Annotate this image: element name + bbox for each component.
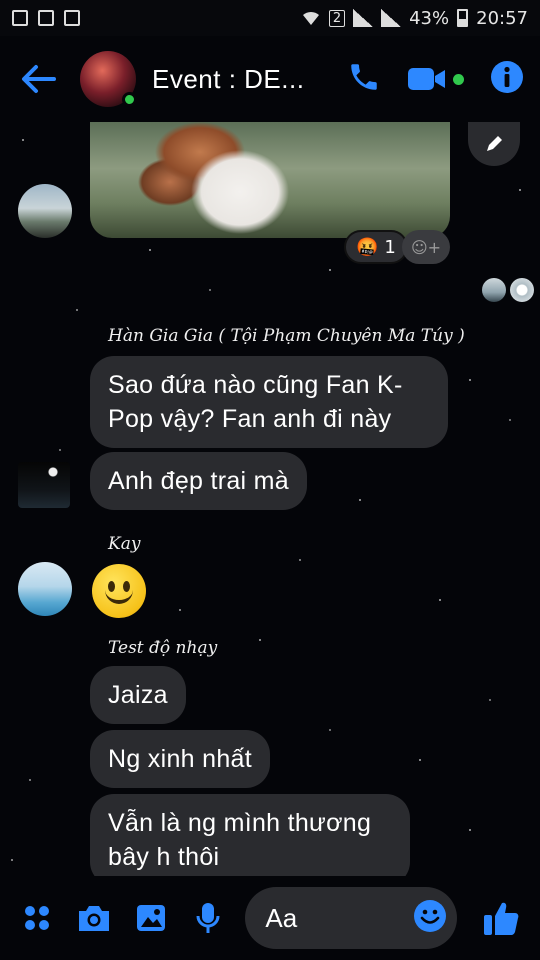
emoji-button[interactable] <box>413 899 447 937</box>
sender-name: Hàn Gia Gia ( Tội Phạm Chuyên Ma Túy ) <box>108 326 465 346</box>
signal-icon <box>353 9 374 27</box>
signal-icon-2 <box>381 9 402 27</box>
thumbs-up-icon <box>483 902 519 935</box>
camera-button[interactable] <box>71 893 118 943</box>
sender-name: Kay <box>108 534 141 554</box>
edit-photo-button[interactable] <box>468 122 520 166</box>
sender-avatar[interactable] <box>18 462 70 508</box>
microphone-icon <box>196 903 220 933</box>
back-button[interactable] <box>16 57 60 101</box>
online-indicator <box>122 92 137 107</box>
sender-avatar[interactable] <box>18 562 72 616</box>
message-bubble[interactable]: Ng xinh nhất <box>90 730 270 788</box>
recycle-notification-icon <box>64 10 80 26</box>
video-active-dot <box>453 73 464 85</box>
angry-face-icon: 🤬 <box>356 236 379 258</box>
message-input-wrapper <box>245 887 458 949</box>
gallery-button[interactable] <box>128 893 175 943</box>
reaction-count: 1 <box>384 236 396 258</box>
gallery-notification-icon <box>12 10 28 26</box>
status-bar: 2 43% 20:57 <box>0 0 540 36</box>
apps-button[interactable] <box>14 893 61 943</box>
emoji-icon <box>414 900 447 932</box>
sim-slot-badge: 2 <box>328 9 346 27</box>
gallery-icon <box>137 905 166 931</box>
seen-avatar <box>482 278 506 302</box>
message-bubble[interactable]: Anh đẹp trai mà <box>90 452 307 510</box>
voice-button[interactable] <box>185 893 232 943</box>
like-button[interactable] <box>475 891 526 945</box>
screenshot-notification-icon <box>38 10 54 26</box>
conversation-title[interactable]: Event : DE... <box>152 64 312 95</box>
message-composer <box>0 876 540 960</box>
photo-message[interactable] <box>90 122 450 238</box>
conversation-header: Event : DE... <box>0 36 540 122</box>
voice-call-button[interactable] <box>347 60 381 98</box>
message-thread[interactable]: 🤬 1 ☺+ Hàn Gia Gia ( Tội Phạm Chuyên Ma … <box>0 122 540 876</box>
smiley-emoji-icon[interactable] <box>92 564 146 618</box>
reaction-summary[interactable]: 🤬 1 <box>344 230 408 264</box>
add-reaction-button[interactable]: ☺+ <box>402 230 450 264</box>
info-icon <box>491 61 523 93</box>
clock: 20:57 <box>476 7 528 29</box>
sender-name: Test độ nhạy <box>108 638 218 658</box>
battery-percent: 43% <box>409 7 450 29</box>
wifi-icon <box>302 11 319 25</box>
message-input[interactable] <box>265 902 414 934</box>
battery-icon <box>457 9 469 27</box>
sender-avatar[interactable] <box>18 184 72 238</box>
add-reaction-icon: ☺+ <box>410 237 442 257</box>
message-bubble[interactable]: Jaiza <box>90 666 186 724</box>
phone-icon <box>351 64 377 90</box>
apps-grid-icon <box>25 906 50 930</box>
message-bubble[interactable]: Vẫn là ng mình thương bây h thôi <box>90 794 410 876</box>
info-button[interactable] <box>490 60 524 98</box>
group-avatar[interactable] <box>80 51 137 107</box>
message-bubble[interactable]: Sao đứa nào cũng Fan K-Pop vậy? Fan anh … <box>90 356 448 448</box>
pencil-icon <box>487 136 502 151</box>
back-arrow-icon <box>22 65 56 93</box>
seen-avatar <box>510 278 534 302</box>
read-receipts <box>482 278 534 302</box>
video-call-icon <box>408 68 445 90</box>
camera-icon <box>79 906 110 931</box>
video-call-button[interactable] <box>407 65 464 93</box>
